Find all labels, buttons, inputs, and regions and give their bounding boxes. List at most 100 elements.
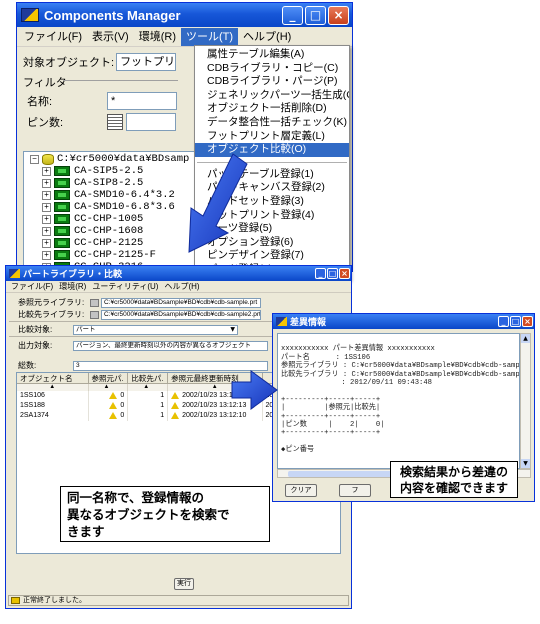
menu-utility[interactable]: ユーティリティ(U)	[89, 281, 161, 292]
col-object-name[interactable]: オブジェクト名	[17, 373, 89, 384]
menu-item[interactable]: CDBライブラリ・コピー(C)	[195, 62, 349, 76]
minimize-button[interactable]: _	[315, 268, 326, 279]
menu-item[interactable]: ジェネリックパーツ一括生成(G)	[195, 89, 349, 103]
cell-text: 1SS106	[20, 392, 45, 399]
menu-item[interactable]: パッドセット登録(3)	[195, 195, 349, 209]
diff-line: xxxxxxxxxxx パート差異情報 xxxxxxxxxxx	[281, 345, 435, 354]
callout-line: 検索結果から差違の	[399, 465, 508, 479]
name-input[interactable]: *	[107, 92, 177, 110]
cell-text: 0	[120, 402, 125, 409]
menu-item[interactable]: オブジェクト比較(O)	[195, 143, 349, 157]
callout-line: 異なるオブジェクトを検索で	[67, 508, 230, 522]
col-cmp-part[interactable]: 比較先パ.	[128, 373, 169, 384]
diff-title-bar[interactable]: 差異情報 _ □ ×	[273, 314, 534, 329]
cell-cmp: 1	[128, 401, 169, 411]
ref-library-input[interactable]: C:¥cr5000¥data¥BDsample¥BD¥cdb¥cdb-sampl…	[101, 297, 261, 308]
pin-label: ピン数:	[27, 117, 64, 129]
output-target-row: 出力対象: バージョン、最終更新時刻以外の内容が異なるオブジェクト	[18, 340, 268, 351]
menu-env[interactable]: 環境(R)	[56, 281, 89, 292]
callout-line: 同一名称で、登録情報の	[67, 491, 205, 505]
menu-file[interactable]: ファイル(F)	[19, 28, 87, 46]
menu-item[interactable]: ピンデザイン登録(7)	[195, 249, 349, 263]
cell-name: 2SA1374	[17, 411, 89, 421]
close-button[interactable]: ×	[522, 316, 533, 327]
menu-file[interactable]: ファイル(F)	[8, 281, 56, 292]
app-logo-icon	[9, 269, 20, 278]
menu-item[interactable]: パーツ登録(5)	[195, 222, 349, 236]
menu-item[interactable]: オブジェクト一括削除(D)	[195, 102, 349, 116]
menu-item[interactable]: CDBライブラリ・パージ(P)	[195, 75, 349, 89]
menu-item[interactable]: 属性テーブル編集(A)	[195, 48, 349, 62]
maximize-button[interactable]: □	[305, 5, 326, 25]
compare-target-combo[interactable]: パート ▼	[73, 324, 238, 335]
diff-text-area[interactable]: xxxxxxxxxxx パート差異情報 xxxxxxxxxxx パート名 : 1S…	[277, 333, 520, 469]
menu-item[interactable]: パッドキャンバス登録(2)	[195, 181, 349, 195]
menu-help[interactable]: ヘルプ(H)	[161, 281, 202, 292]
sort-cell: ▲	[88, 384, 129, 391]
secondary-button[interactable]: フ	[339, 484, 371, 497]
footprint-icon	[54, 190, 70, 200]
col-ref-part[interactable]: 参照元パ.	[88, 373, 129, 384]
minimize-button[interactable]: _	[282, 5, 303, 25]
scroll-up-icon[interactable]: ▲	[521, 334, 530, 343]
menu-separator	[197, 161, 347, 163]
diff-line: : 2012/09/11 09:43:48	[281, 379, 432, 388]
close-button[interactable]: ×	[328, 5, 349, 25]
tree-item-label: CC-CHP-1005	[74, 213, 144, 225]
database-icon	[42, 153, 54, 165]
cell-text: 1	[160, 392, 165, 399]
cell-text: 2002/10/23 13:12:13	[182, 392, 247, 399]
count-label: 総数:	[18, 361, 37, 370]
callout-diff: 検索結果から差違の 内容を確認できます	[390, 461, 518, 498]
cell-ref: 0	[89, 391, 129, 401]
cell-text: 0	[120, 412, 125, 419]
menu-help[interactable]: ヘルプ(H)	[238, 28, 296, 46]
close-button[interactable]: ×	[339, 268, 350, 279]
menu-item[interactable]: フットプリント登録(4)	[195, 209, 349, 223]
menu-item[interactable]: データ整合性一括チェック(K)	[195, 116, 349, 130]
cell-time: 2002/10/23 13:12:10	[168, 411, 263, 421]
callout-line: きます	[67, 525, 105, 539]
footprint-icon	[54, 202, 70, 212]
folder-icon[interactable]	[90, 310, 99, 319]
menu-item[interactable]: オプション登録(6)	[195, 236, 349, 250]
expand-icon[interactable]: +	[42, 178, 51, 188]
main-title-bar[interactable]: Components Manager _ □ ×	[17, 3, 352, 27]
cell-text: 1SS188	[20, 402, 45, 409]
expand-icon[interactable]: +	[42, 226, 51, 236]
maximize-button[interactable]: □	[510, 316, 521, 327]
target-object-label: 対象オブジェクト:	[23, 57, 115, 69]
scroll-down-icon[interactable]: ▼	[521, 459, 530, 468]
menu-item[interactable]: パッドテーブル登録(1)	[195, 168, 349, 182]
expand-icon[interactable]: +	[42, 250, 51, 260]
expand-icon[interactable]: +	[42, 214, 51, 224]
output-target-value[interactable]: バージョン、最終更新時刻以外の内容が異なるオブジェクト	[73, 340, 268, 351]
filter-label: フィルタ	[23, 77, 67, 89]
collapse-icon[interactable]: −	[30, 154, 39, 164]
menu-tools[interactable]: ツール(T)	[181, 27, 239, 46]
cmp-library-input[interactable]: C:¥cr5000¥data¥BDsample¥BD¥cdb¥cdb-sampl…	[101, 309, 261, 320]
diff-window-title: 差異情報	[290, 317, 327, 327]
vertical-scrollbar[interactable]: ▲ ▼	[520, 333, 531, 469]
clear-button[interactable]: クリア	[285, 484, 317, 497]
target-object-row: 対象オブジェクト: フットプリ	[23, 53, 177, 71]
menu-item[interactable]: フットプリント層定義(L)	[195, 130, 349, 144]
status-bar: 正常終了しました。	[8, 595, 349, 606]
expand-icon[interactable]: +	[42, 190, 51, 200]
menu-env[interactable]: 環境(R)	[134, 28, 181, 46]
menu-view[interactable]: 表示(V)	[87, 28, 134, 46]
maximize-button[interactable]: □	[327, 268, 338, 279]
pin-row: ピン数:	[27, 113, 176, 131]
minimize-button[interactable]: _	[498, 316, 509, 327]
calculator-icon[interactable]	[107, 114, 123, 130]
target-object-combo[interactable]: フットプリ	[116, 53, 177, 71]
folder-icon[interactable]	[90, 298, 99, 307]
compare-title-bar[interactable]: パートライブラリ・比較 _ □ ×	[6, 266, 351, 281]
col-ref-updated[interactable]: 参照元最終更新時刻	[168, 373, 263, 384]
expand-icon[interactable]: +	[42, 166, 51, 176]
pin-input[interactable]	[126, 113, 176, 131]
compare-target-row: 比較対象: パート ▼	[18, 324, 238, 335]
expand-icon[interactable]: +	[42, 238, 51, 248]
expand-icon[interactable]: +	[42, 202, 51, 212]
execute-button[interactable]: 実行	[174, 578, 194, 590]
